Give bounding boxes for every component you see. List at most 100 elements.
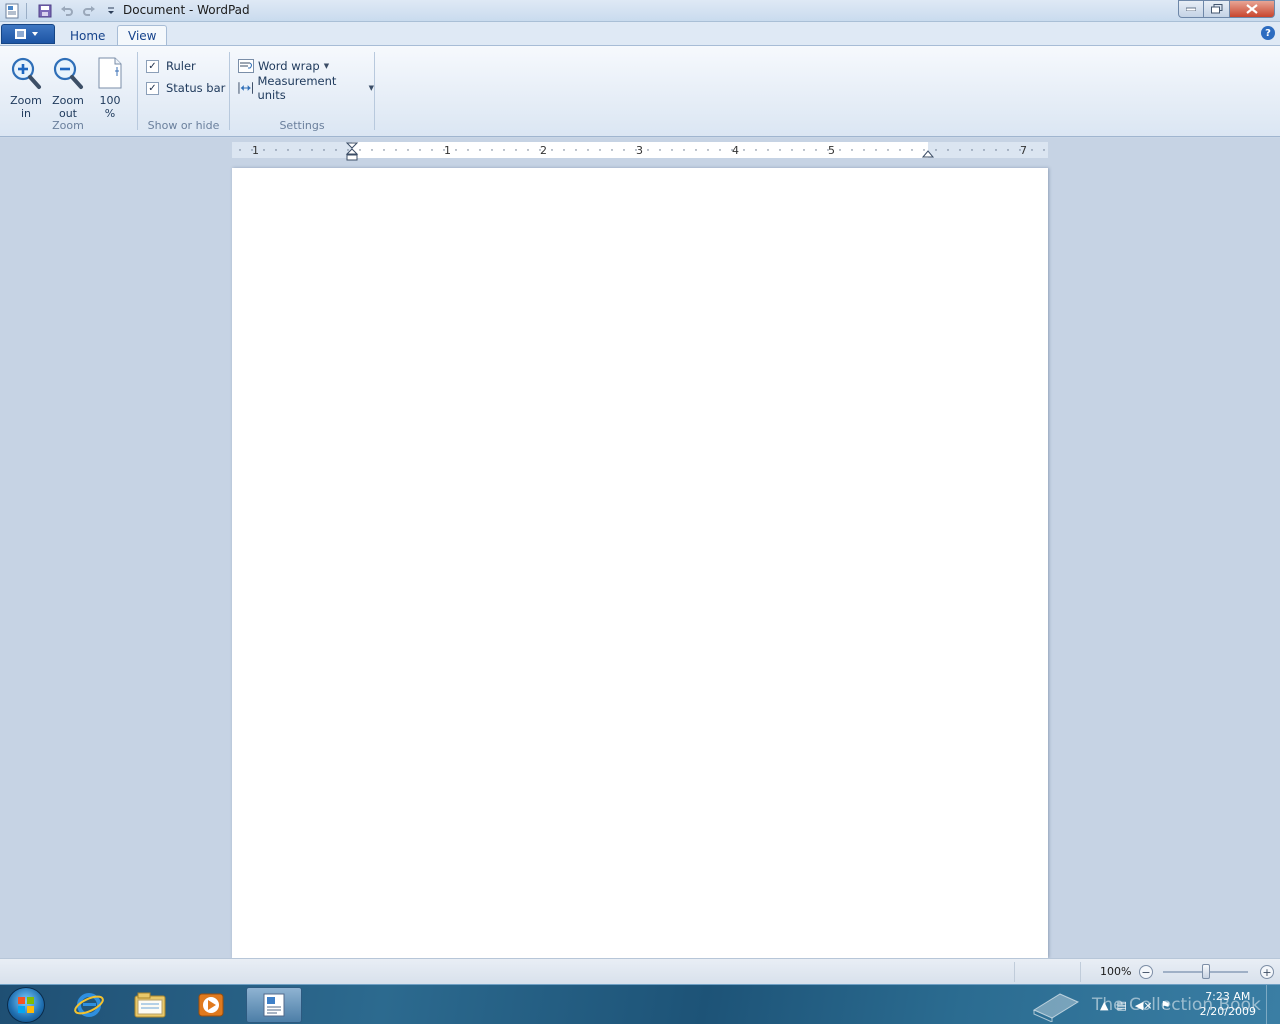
wordpad-app-icon[interactable] (2, 1, 22, 21)
zoom-percent[interactable]: 100% (1100, 965, 1131, 978)
network-icon[interactable]: ▤ (1116, 999, 1126, 1012)
document-page[interactable] (232, 168, 1048, 958)
ruler-checkbox[interactable]: ✓ (146, 59, 159, 73)
customize-qat-icon[interactable] (101, 1, 121, 21)
zoom-in-button[interactable]: Zoom in (7, 52, 45, 120)
zoom-in-icon (7, 52, 45, 94)
tab-view[interactable]: View (117, 25, 168, 46)
ruler-tick (719, 149, 721, 151)
settings-group: Word wrap ▼ Measurement units ▼ Settings (230, 50, 374, 134)
windows-logo-icon (18, 997, 34, 1013)
volume-muted-icon[interactable]: ◀× (1135, 999, 1153, 1012)
ruler-tick (935, 149, 937, 151)
measurement-units-button[interactable]: Measurement units ▼ (238, 74, 374, 102)
zoom-out-small-button[interactable]: − (1139, 965, 1153, 979)
windows-explorer-button[interactable] (122, 987, 178, 1023)
group-separator (374, 52, 375, 130)
ruler-tick (587, 149, 589, 151)
ruler-tick (275, 149, 277, 151)
minimize-button[interactable] (1178, 0, 1204, 18)
right-indent-marker-icon[interactable] (921, 148, 935, 158)
restore-button[interactable] (1204, 0, 1230, 18)
clock-date: 2/20/2009 (1199, 1005, 1256, 1018)
ruler-tick (863, 149, 865, 151)
ruler-tick (947, 149, 949, 151)
ruler-tick (383, 149, 385, 151)
internet-explorer-button[interactable] (61, 987, 117, 1023)
action-center-flag-icon[interactable]: ⚑ (1161, 999, 1171, 1012)
status-bar: 100% − + (0, 958, 1280, 984)
wordpad-icon (263, 993, 285, 1017)
ruler-tick (491, 149, 493, 151)
ruler-tick (563, 149, 565, 151)
show-desktop-button[interactable] (1266, 985, 1280, 1024)
ruler-number: 2 (540, 144, 547, 157)
zoom-slider-thumb[interactable] (1202, 964, 1210, 979)
ruler-tick (659, 149, 661, 151)
save-icon[interactable] (35, 1, 55, 21)
help-icon[interactable]: ? (1261, 26, 1275, 40)
ruler-tick (803, 149, 805, 151)
window-title: Document - WordPad (123, 3, 250, 17)
wordpad-taskbar-button[interactable] (246, 987, 302, 1023)
zoom-out-button[interactable]: Zoom out (49, 52, 87, 120)
ruler-tick (851, 149, 853, 151)
zoom-100-button[interactable]: 100 % (91, 52, 129, 120)
zoom-out-label-1: Zoom (52, 94, 84, 107)
ruler-tick (611, 149, 613, 151)
ruler-number: 3 (636, 144, 643, 157)
ruler-number: 5 (828, 144, 835, 157)
media-player-button[interactable] (183, 987, 239, 1023)
title-bar: Document - WordPad (0, 0, 1280, 22)
ruler-tick (503, 149, 505, 151)
page-100-icon (91, 52, 129, 94)
show-hidden-icons-icon[interactable]: ▲ (1100, 999, 1108, 1012)
undo-icon[interactable] (57, 1, 77, 21)
ruler-tick (767, 149, 769, 151)
ruler-tick (887, 149, 889, 151)
ruler-number: 1 (444, 144, 451, 157)
word-wrap-button[interactable]: Word wrap ▼ (238, 57, 329, 75)
quick-access-toolbar (0, 0, 121, 22)
tab-home[interactable]: Home (60, 25, 115, 46)
redo-icon[interactable] (79, 1, 99, 21)
taskbar-clock[interactable]: 7:23 AM 2/20/2009 (1200, 989, 1256, 1019)
book-watermark-icon (1032, 993, 1080, 1022)
close-button[interactable] (1230, 0, 1275, 18)
ruler-tick (359, 149, 361, 151)
ruler-checkbox-row[interactable]: ✓ Ruler (146, 57, 196, 75)
ruler-tick (239, 149, 241, 151)
ribbon-tab-row: Home View ? (0, 22, 1280, 46)
ruler-tick (287, 149, 289, 151)
ruler-tick (311, 149, 313, 151)
word-wrap-icon (238, 59, 254, 73)
show-hide-group-label: Show or hide (147, 119, 220, 132)
zoom-group-label: Zoom (52, 119, 84, 132)
windows-explorer-icon (134, 992, 166, 1018)
show-hide-group: ✓ Ruler ✓ Status bar Show or hide (138, 50, 229, 134)
application-menu-button[interactable] (1, 24, 55, 44)
ruler-tick (899, 149, 901, 151)
notification-area: ▲ ▤ ◀× ⚑ (1100, 989, 1178, 1021)
ruler-tick (911, 149, 913, 151)
internet-explorer-icon (74, 993, 104, 1017)
status-bar-checkbox-row[interactable]: ✓ Status bar (146, 79, 225, 97)
ruler[interactable]: 1 1 2 3 4 5 7 (232, 142, 1048, 161)
status-divider (1080, 962, 1081, 982)
zoom-in-label-1: Zoom (10, 94, 42, 107)
ruler-tick (467, 149, 469, 151)
chevron-down-icon: ▼ (323, 62, 330, 70)
ruler-tick (623, 149, 625, 151)
measurement-units-label: Measurement units (257, 74, 337, 102)
zoom-in-small-button[interactable]: + (1260, 965, 1274, 979)
ruler-number: 1 (252, 144, 259, 157)
ruler-tick (263, 149, 265, 151)
indent-marker-icon[interactable] (345, 142, 359, 166)
ruler-tick (479, 149, 481, 151)
ruler-tick (647, 149, 649, 151)
ruler-tick (707, 149, 709, 151)
status-bar-checkbox[interactable]: ✓ (146, 81, 159, 95)
start-button[interactable] (7, 987, 45, 1023)
ruler-tick (1007, 149, 1009, 151)
ruler-tick (419, 149, 421, 151)
